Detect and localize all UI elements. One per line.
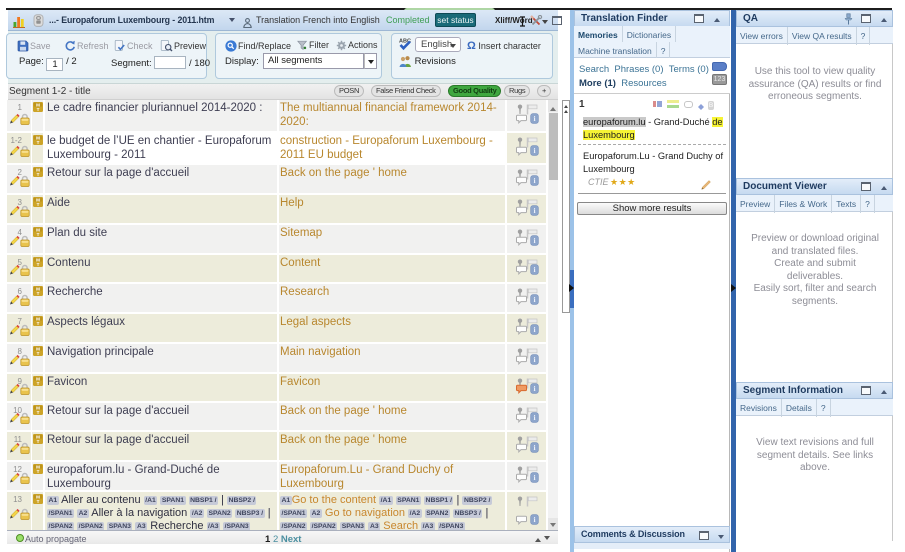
svg-text:i: i xyxy=(533,473,535,482)
svg-text:T: T xyxy=(36,232,39,237)
svg-text:i: i xyxy=(533,206,535,215)
svg-text:i: i xyxy=(533,176,535,185)
svg-text:T: T xyxy=(36,107,39,112)
svg-text:i: i xyxy=(533,384,535,393)
svg-text:i: i xyxy=(533,114,535,123)
svg-text:i: i xyxy=(533,325,535,334)
svg-text:T: T xyxy=(36,202,39,207)
svg-text:i: i xyxy=(533,236,535,245)
svg-text:i: i xyxy=(533,265,535,274)
svg-text:i: i xyxy=(533,295,535,304)
svg-text:T: T xyxy=(36,351,39,356)
svg-text:T: T xyxy=(36,499,39,504)
svg-text:T: T xyxy=(36,381,39,386)
svg-text:T: T xyxy=(36,439,39,444)
svg-text:i: i xyxy=(533,515,535,524)
svg-text:T: T xyxy=(36,172,39,177)
svg-text:T: T xyxy=(36,469,39,474)
svg-text:T: T xyxy=(36,140,39,145)
svg-text:i: i xyxy=(533,146,535,155)
svg-text:T: T xyxy=(36,262,39,267)
svg-text:T: T xyxy=(36,321,39,326)
svg-text:i: i xyxy=(533,355,535,364)
svg-text:i: i xyxy=(533,413,535,422)
svg-text:T: T xyxy=(36,291,39,296)
svg-text:i: i xyxy=(533,443,535,452)
svg-text:T: T xyxy=(36,410,39,415)
